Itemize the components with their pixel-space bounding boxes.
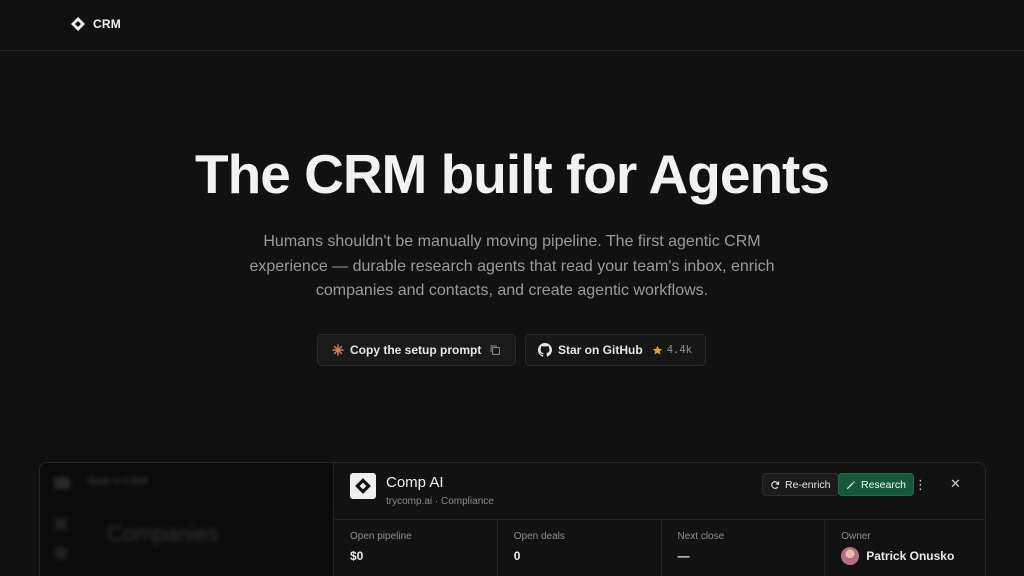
magic-wand-icon bbox=[847, 480, 856, 489]
stat-value: — bbox=[677, 549, 690, 563]
stat-label: Open pipeline bbox=[350, 531, 412, 542]
app-preview: Back to CRM Companies Comp AI trycomp.ai… bbox=[39, 462, 986, 576]
stat-open-pipeline: Open pipeline $0 bbox=[334, 520, 498, 576]
preview-logo-icon bbox=[54, 477, 70, 489]
crm-logo-icon bbox=[71, 17, 85, 31]
hero-title: The CRM built for Agents bbox=[195, 143, 830, 205]
owner-name: Patrick Onusko bbox=[866, 549, 955, 563]
avatar bbox=[841, 547, 860, 565]
stat-value: $0 bbox=[350, 549, 364, 563]
star-on-github-label: Star on GitHub bbox=[558, 343, 643, 357]
preview-sidebar-blurred: Back to CRM Companies bbox=[40, 463, 333, 576]
re-enrich-label: Re-enrich bbox=[785, 478, 831, 491]
stat-open-deals: Open deals 0 bbox=[498, 520, 662, 576]
companies-heading: Companies bbox=[107, 521, 219, 546]
copy-setup-prompt-label: Copy the setup prompt bbox=[350, 343, 482, 357]
stat-value: 0 bbox=[513, 549, 521, 563]
more-options-icon[interactable]: ⋮ bbox=[914, 477, 927, 493]
comp-ai-logo-icon bbox=[355, 478, 371, 494]
star-count-value: 4.4k bbox=[666, 344, 692, 356]
brand-logo-link[interactable]: CRM bbox=[70, 16, 121, 32]
brand-name: CRM bbox=[93, 17, 121, 31]
stat-next-close: Next close — bbox=[662, 520, 826, 576]
star-icon bbox=[652, 345, 662, 355]
company-detail-panel: Comp AI trycomp.ai · Compliance Re-enric… bbox=[333, 463, 985, 576]
copy-icon bbox=[490, 345, 500, 355]
company-logo bbox=[350, 473, 376, 499]
close-icon[interactable]: ✕ bbox=[950, 476, 961, 492]
research-button[interactable]: Research bbox=[838, 473, 914, 496]
stat-label: Open deals bbox=[513, 531, 565, 542]
company-name: Comp AI bbox=[386, 474, 444, 491]
star-on-github-button[interactable]: Star on GitHub 4.4k bbox=[525, 334, 706, 366]
re-enrich-button[interactable]: Re-enrich bbox=[762, 473, 839, 496]
top-nav: CRM bbox=[0, 0, 1024, 51]
sparkle-icon bbox=[332, 344, 344, 356]
company-meta: trycomp.ai · Compliance bbox=[386, 496, 494, 507]
github-icon bbox=[538, 343, 552, 357]
refresh-icon bbox=[771, 480, 780, 489]
company-stats: Open pipeline $0 Open deals 0 Next close… bbox=[334, 519, 985, 576]
stat-label: Owner bbox=[841, 531, 871, 542]
github-star-count: 4.4k bbox=[652, 344, 692, 356]
sidebar-nav-icon[interactable] bbox=[55, 547, 67, 559]
copy-setup-prompt-button[interactable]: Copy the setup prompt bbox=[317, 334, 516, 366]
owner-selector[interactable]: Patrick Onusko bbox=[841, 547, 954, 565]
stat-label: Next close bbox=[677, 531, 725, 542]
sidebar-nav-icon[interactable] bbox=[55, 518, 67, 530]
back-to-crm-link[interactable]: Back to CRM bbox=[88, 476, 147, 487]
research-label: Research bbox=[861, 478, 906, 491]
stat-owner: Owner Patrick Onusko bbox=[825, 520, 985, 576]
hero-subtitle: Humans shouldn't be manually moving pipe… bbox=[249, 233, 775, 299]
